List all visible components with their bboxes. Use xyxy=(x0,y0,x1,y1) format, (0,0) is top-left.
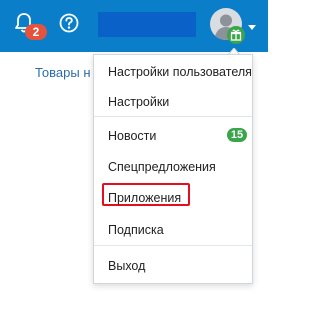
menu-divider xyxy=(94,116,252,117)
user-name-block[interactable] xyxy=(98,12,196,37)
page-link[interactable]: Товары н xyxy=(35,65,91,80)
menu-divider xyxy=(94,245,252,246)
top-navigation-bar: 2 xyxy=(0,0,268,52)
help-icon[interactable] xyxy=(59,13,79,33)
menu-item-logout[interactable]: Выход xyxy=(108,258,145,274)
notifications-count-badge: 2 xyxy=(25,24,47,40)
menu-item-special-offers[interactable]: Спецпредложения xyxy=(108,159,216,175)
news-count-badge: 15 xyxy=(227,128,247,142)
caret-down-icon[interactable] xyxy=(248,25,256,30)
gift-icon xyxy=(227,26,245,44)
menu-item-settings[interactable]: Настройки xyxy=(108,94,169,110)
menu-item-subscription[interactable]: Подписка xyxy=(108,222,164,238)
menu-item-user-settings[interactable]: Настройки пользователя xyxy=(108,64,252,80)
menu-item-apps[interactable]: Приложения xyxy=(108,190,181,206)
menu-item-news[interactable]: Новости xyxy=(108,128,156,144)
user-dropdown-menu: Настройки пользователя Настройки Новости… xyxy=(93,54,253,284)
